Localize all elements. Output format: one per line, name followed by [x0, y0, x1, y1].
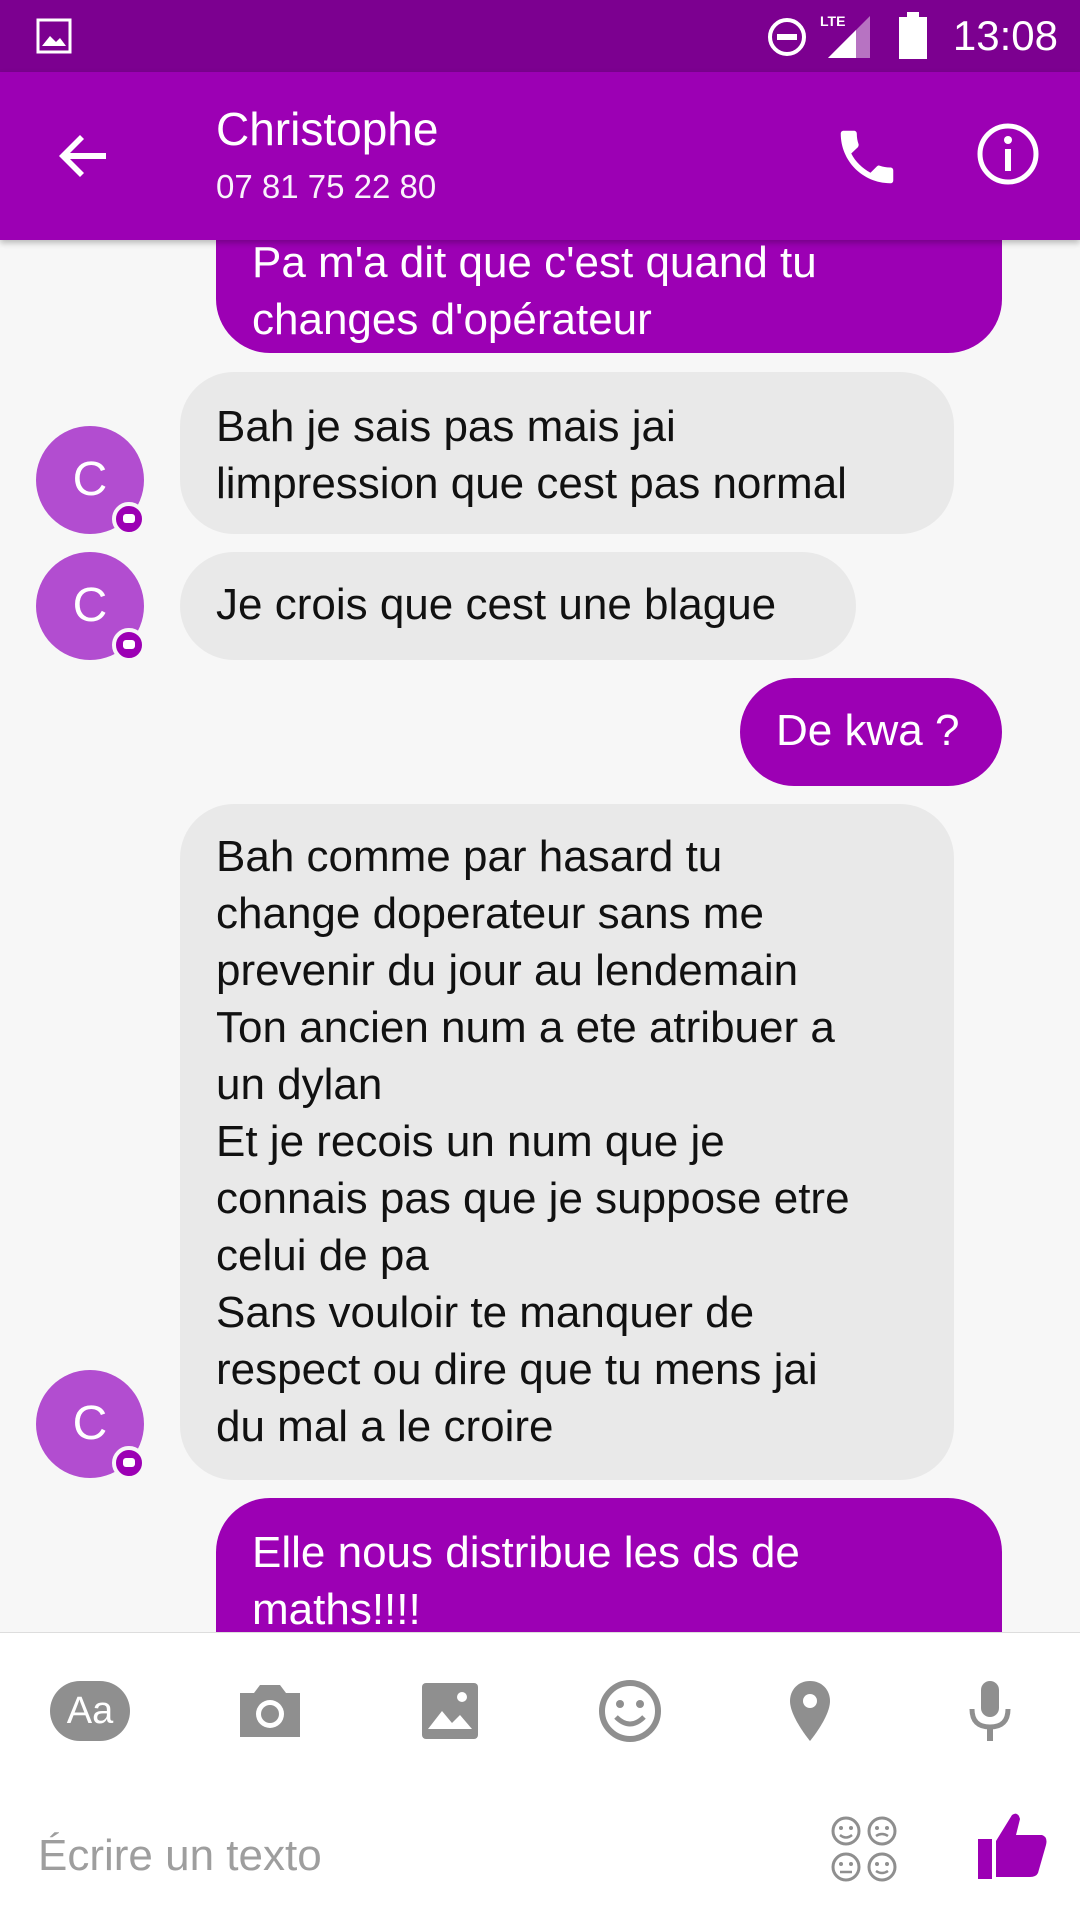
message-bubble-outgoing[interactable]: Elle nous distribue les ds de maths!!!! [216, 1498, 1002, 1632]
message-bubble-incoming[interactable]: Bah comme par hasard tu change doperateu… [180, 804, 954, 1480]
phone-call-icon[interactable] [832, 122, 902, 192]
do-not-disturb-icon [768, 18, 806, 56]
contact-avatar[interactable]: C [36, 552, 146, 662]
thumbs-up-icon[interactable] [972, 1805, 1052, 1885]
back-arrow-icon[interactable] [54, 126, 114, 186]
message-bubble-incoming[interactable]: Bah je sais pas mais jai limpression que… [180, 372, 954, 534]
location-pin-icon[interactable] [770, 1671, 850, 1751]
clock: 13:08 [952, 12, 1058, 59]
avatar-letter: C [72, 1397, 108, 1450]
microphone-icon[interactable] [950, 1671, 1030, 1751]
composer: Aa Écrire un texto [0, 1632, 1080, 1921]
avatar-letter: C [72, 579, 108, 632]
messenger-badge-icon [112, 628, 146, 662]
battery-icon [899, 12, 927, 59]
camera-icon[interactable] [230, 1671, 310, 1751]
messenger-badge-icon [112, 1446, 146, 1480]
message-input[interactable]: Écrire un texto [38, 1831, 322, 1881]
status-bar: LTE 13:08 [0, 0, 1080, 72]
messenger-badge-icon [112, 502, 146, 536]
contact-avatar[interactable]: C [36, 1370, 146, 1480]
conversation-header: Christophe 07 81 75 22 80 [0, 72, 1080, 240]
message-list[interactable]: Pa m'a dit que c'est quand tu changes d'… [0, 240, 1080, 1632]
contact-name[interactable]: Christophe [216, 102, 438, 156]
contact-phone-number: 07 81 75 22 80 [216, 168, 437, 205]
stickers-icon[interactable] [828, 1813, 900, 1885]
avatar-letter: C [72, 453, 108, 506]
message-bubble-outgoing[interactable]: De kwa ? [740, 678, 1002, 786]
gallery-notification-icon [36, 18, 72, 54]
gallery-icon[interactable] [410, 1671, 490, 1751]
emoji-icon[interactable] [590, 1671, 670, 1751]
text-format-button[interactable]: Aa [50, 1681, 130, 1741]
message-bubble-incoming[interactable]: Je crois que cest une blague [180, 552, 856, 660]
message-bubble-outgoing[interactable]: Pa m'a dit que c'est quand tu changes d'… [216, 240, 1002, 353]
info-icon[interactable] [974, 120, 1042, 188]
signal-icon: LTE [820, 13, 870, 58]
network-type-label: LTE [820, 13, 845, 29]
contact-avatar[interactable]: C [36, 426, 146, 536]
